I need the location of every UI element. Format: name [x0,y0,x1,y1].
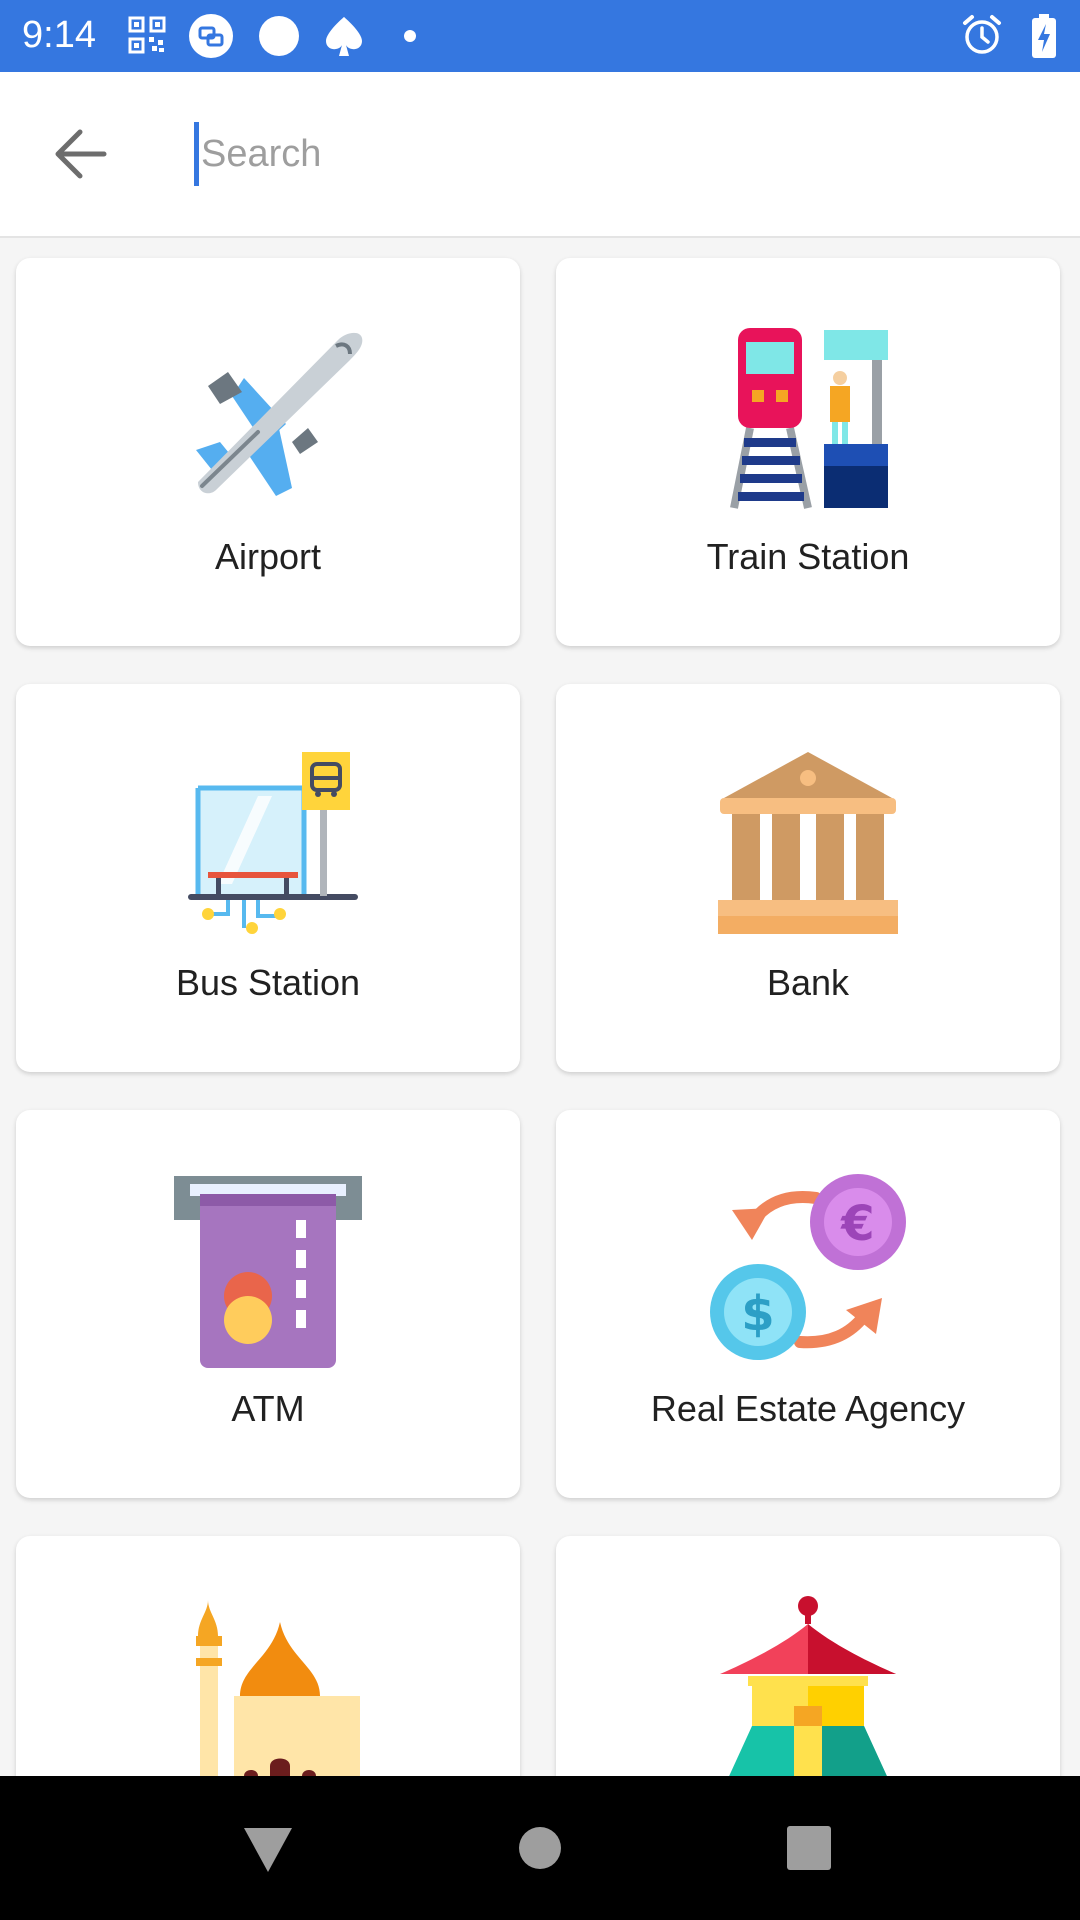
svg-text:€: € [840,1196,874,1252]
category-card-bank[interactable]: Bank [556,684,1060,1072]
back-button[interactable] [46,122,118,186]
nav-home-button[interactable] [504,1812,576,1884]
back-triangle-icon [244,1828,292,1872]
search-header [0,72,1080,238]
home-circle-icon [519,1827,561,1869]
status-bar: 9:14 [0,0,1080,72]
chat-bubble-icon [189,14,233,58]
category-label: Airport [214,536,322,577]
category-label: Train Station [706,536,910,577]
alarm-clock-icon [963,15,1001,54]
category-label: Bus Station [175,962,361,1003]
mosque-icon [196,1600,360,1776]
qr-code-icon [128,16,166,54]
circle-icon [259,16,299,56]
bus-stop-icon [188,752,358,934]
nav-back-button[interactable] [232,1812,304,1884]
navigation-bar [0,1776,1080,1920]
category-card-real-estate-agency[interactable]: € $ Real Estate Agency [556,1110,1060,1498]
atm-card-icon [174,1176,362,1368]
dot-icon [404,30,416,42]
category-label: ATM [231,1388,305,1429]
category-card-train-station[interactable]: Train Station [556,258,1060,646]
nav-recents-button[interactable] [773,1812,845,1884]
category-card-temple[interactable] [556,1536,1060,1776]
status-time: 9:14 [22,14,96,56]
bank-building-icon [718,752,898,934]
category-card-mosque[interactable] [16,1536,520,1776]
recents-square-icon [787,1826,831,1870]
train-station-icon [730,328,888,509]
category-card-airport[interactable]: Airport [16,258,520,646]
category-grid: Airport Train Station Bus Station Bank A… [0,236,1080,1776]
pagoda-temple-icon [720,1596,896,1776]
search-input[interactable] [194,122,1021,186]
svg-text:$: $ [741,1286,774,1342]
category-card-bus-station[interactable]: Bus Station [16,684,520,1072]
battery-charging-icon [1032,14,1056,58]
airplane-icon [196,332,363,496]
category-label: Real Estate Agency [650,1388,966,1429]
category-card-atm[interactable]: ATM [16,1110,520,1498]
arrow-back-icon [55,129,107,179]
currency-exchange-icon: € $ [710,1174,906,1360]
spade-icon [326,17,362,56]
category-label: Bank [766,962,850,1003]
